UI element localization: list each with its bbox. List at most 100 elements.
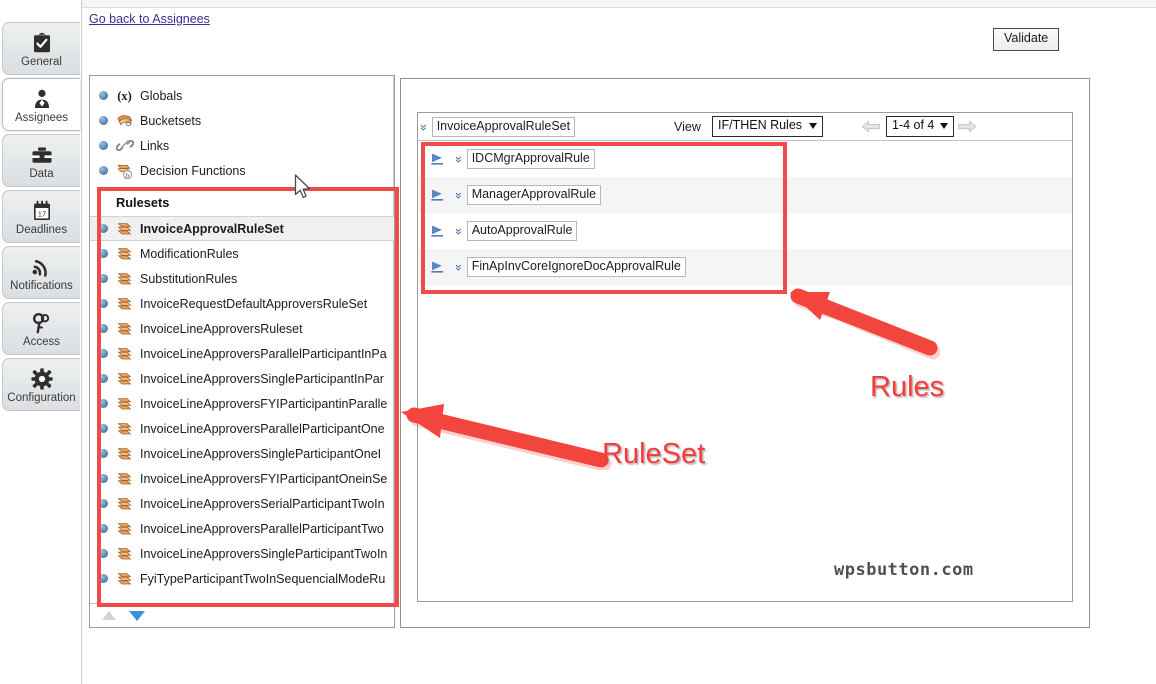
node-bullet-icon (99, 374, 108, 383)
run-rule-icon[interactable] (430, 152, 446, 166)
ruleset-item[interactable]: InvoiceLineApproversRuleset (90, 316, 394, 341)
ruleset-item[interactable]: InvoiceLineApproversParallelParticipantI… (90, 341, 394, 366)
rail-tab-label: Access (22, 335, 61, 348)
ruleset-item[interactable]: InvoiceLineApproversFYIParticipantinPara… (90, 391, 394, 416)
rulesets-section-header: Rulesets (116, 195, 170, 210)
page-range-select[interactable]: 1-4 of 4 (886, 116, 955, 137)
rss-icon (31, 253, 53, 278)
ruleset-item[interactable]: InvoiceLineApproversFYIParticipantOneinS… (90, 466, 394, 491)
node-bullet-icon (99, 424, 108, 433)
ruleset-item[interactable]: InvoiceLineApproversParallelParticipantO… (90, 416, 394, 441)
tree-item-label: Decision Functions (140, 163, 246, 178)
ruleset-icon (115, 221, 134, 237)
ruleset-editor-panel: » InvoiceApprovalRuleSet View IF/THEN Ru… (400, 78, 1090, 628)
ruleset-item[interactable]: FyiTypeParticipantTwoInSequencialModeRu (90, 566, 394, 591)
next-page-button[interactable] (957, 120, 977, 133)
chevron-double-down-icon[interactable]: » (452, 264, 466, 270)
chevron-down-icon (940, 123, 949, 129)
rule-name-field[interactable]: ManagerApprovalRule (466, 185, 602, 205)
node-bullet-icon (99, 324, 108, 333)
svg-text:17: 17 (37, 209, 45, 218)
go-back-link[interactable]: Go back to Assignees (89, 12, 210, 26)
node-bullet-icon (99, 224, 108, 233)
chevron-double-down-icon[interactable]: » (452, 192, 466, 198)
run-rule-icon[interactable] (430, 260, 446, 274)
tree-item-decision-functions[interactable]: fx Decision Functions (90, 158, 394, 183)
ruleset-item[interactable]: InvoiceApprovalRuleSet (90, 216, 394, 241)
tree-item-bucketsets[interactable]: Bucketsets (90, 108, 394, 133)
rule-name-field[interactable]: IDCMgrApprovalRule (466, 149, 595, 169)
ruleset-item[interactable]: InvoiceLineApproversSingleParticipantTwo… (90, 541, 394, 566)
rule-row[interactable]: » ManagerApprovalRule (418, 177, 1072, 213)
scroll-down-icon[interactable] (129, 610, 145, 621)
rule-name-field[interactable]: FinApInvCoreIgnoreDocApprovalRule (466, 257, 686, 277)
rail-tab-notifications[interactable]: Notifications (2, 246, 80, 299)
ruleset-item-label: InvoiceLineApproversSingleParticipantOne… (140, 446, 382, 461)
run-rule-icon[interactable] (430, 224, 446, 238)
ruleset-item[interactable]: InvoiceLineApproversSingleParticipantOne… (90, 441, 394, 466)
rule-name-field[interactable]: AutoApprovalRule (466, 221, 578, 241)
ruleset-icon (115, 246, 134, 262)
rail-tab-label: Assignees (14, 111, 69, 124)
ruleset-item[interactable]: InvoiceLineApproversParallelParticipantT… (90, 516, 394, 541)
tree-item-globals[interactable]: (x) Globals (90, 83, 394, 108)
rail-tab-configuration[interactable]: Configuration (2, 358, 80, 411)
rail-tab-label: Notifications (10, 279, 73, 292)
scroll-up-icon[interactable] (102, 611, 116, 620)
ruleset-item-label: InvoiceLineApproversParallelParticipantO… (140, 421, 385, 436)
chevron-double-down-icon[interactable]: » (417, 124, 431, 130)
validate-button[interactable]: Validate (993, 28, 1060, 51)
ruleset-item[interactable]: InvoiceLineApproversSingleParticipantInP… (90, 366, 394, 391)
rail-tab-deadlines[interactable]: 17 Deadlines (2, 190, 80, 243)
rulesets-list: InvoiceApprovalRuleSet ModificationRules S… (90, 216, 394, 591)
top-strip (82, 0, 1156, 8)
ruleset-item[interactable]: SubstitutionRules (90, 266, 394, 291)
rail-tab-access[interactable]: Access (2, 302, 80, 355)
briefcase-icon (31, 141, 53, 166)
node-bullet-icon (99, 524, 108, 533)
view-mode-value: IF/THEN Rules (718, 118, 803, 133)
rail-tab-assignees[interactable]: Assignees (2, 78, 80, 131)
chevron-double-down-icon[interactable]: » (452, 156, 466, 162)
rule-row[interactable]: » IDCMgrApprovalRule (418, 141, 1072, 177)
ruleset-item[interactable]: ModificationRules (90, 241, 394, 266)
key-icon (31, 309, 53, 334)
svg-text:(x): (x) (117, 89, 132, 103)
ruleset-item-label: SubstitutionRules (140, 271, 238, 286)
clipboard-check-icon (32, 29, 52, 54)
rail-tab-data[interactable]: Data (2, 134, 80, 187)
explorer-tree: (x) Globals Bucketsets Links fx Decision… (90, 76, 394, 591)
run-rule-icon[interactable] (430, 188, 446, 202)
node-bullet-icon (99, 574, 108, 583)
tree-item-links[interactable]: Links (90, 133, 394, 158)
ruleset-name-field[interactable]: InvoiceApprovalRuleSet (431, 116, 576, 137)
ruleset-icon (115, 521, 134, 537)
node-bullet-icon (99, 474, 108, 483)
rule-row[interactable]: » FinApInvCoreIgnoreDocApprovalRule (418, 249, 1072, 285)
rail-tab-label: Configuration (7, 391, 76, 404)
link-icon (115, 138, 134, 154)
bucketset-icon (115, 113, 134, 129)
ruleset-item[interactable]: InvoiceLineApproversSerialParticipantTwo… (90, 491, 394, 516)
ruleset-item-label: InvoiceLineApproversFYIParticipantOneinS… (140, 471, 388, 486)
chevron-down-icon (809, 123, 818, 129)
mouse-cursor-icon (294, 174, 311, 199)
page-range-value: 1-4 of 4 (892, 118, 935, 133)
node-bullet-icon (99, 299, 108, 308)
tree-item-label: Bucketsets (140, 113, 202, 128)
previous-page-button[interactable] (861, 120, 881, 133)
ruleset-item-label: InvoiceLineApproversRuleset (140, 321, 303, 336)
ruleset-item[interactable]: InvoiceRequestDefaultApproversRuleSet (90, 291, 394, 316)
ruleset-icon (115, 471, 134, 487)
ruleset-item-label: InvoiceLineApproversSingleParticipantTwo… (140, 546, 388, 561)
view-mode-select[interactable]: IF/THEN Rules (712, 116, 824, 137)
ruleset-icon (115, 421, 134, 437)
ruleset-icon (115, 496, 134, 512)
rule-row[interactable]: » AutoApprovalRule (418, 213, 1072, 249)
chevron-double-down-icon[interactable]: » (452, 228, 466, 234)
node-bullet-icon (99, 399, 108, 408)
ruleset-item-label: FyiTypeParticipantTwoInSequencialModeRu (140, 571, 386, 586)
rail-tab-general[interactable]: General (2, 22, 80, 75)
node-bullet-icon (99, 549, 108, 558)
ruleset-item-label: InvoiceRequestDefaultApproversRuleSet (140, 296, 368, 311)
